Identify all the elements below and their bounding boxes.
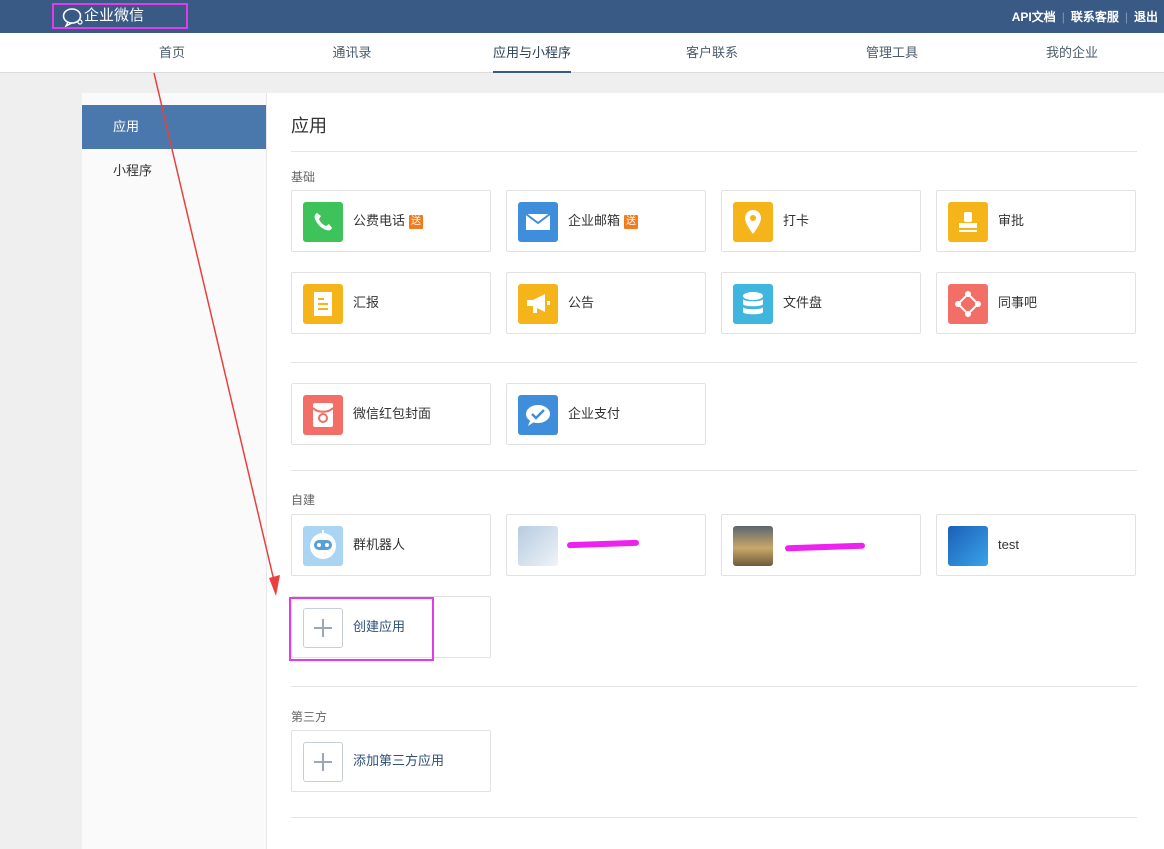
annotation-arrow bbox=[153, 72, 280, 596]
